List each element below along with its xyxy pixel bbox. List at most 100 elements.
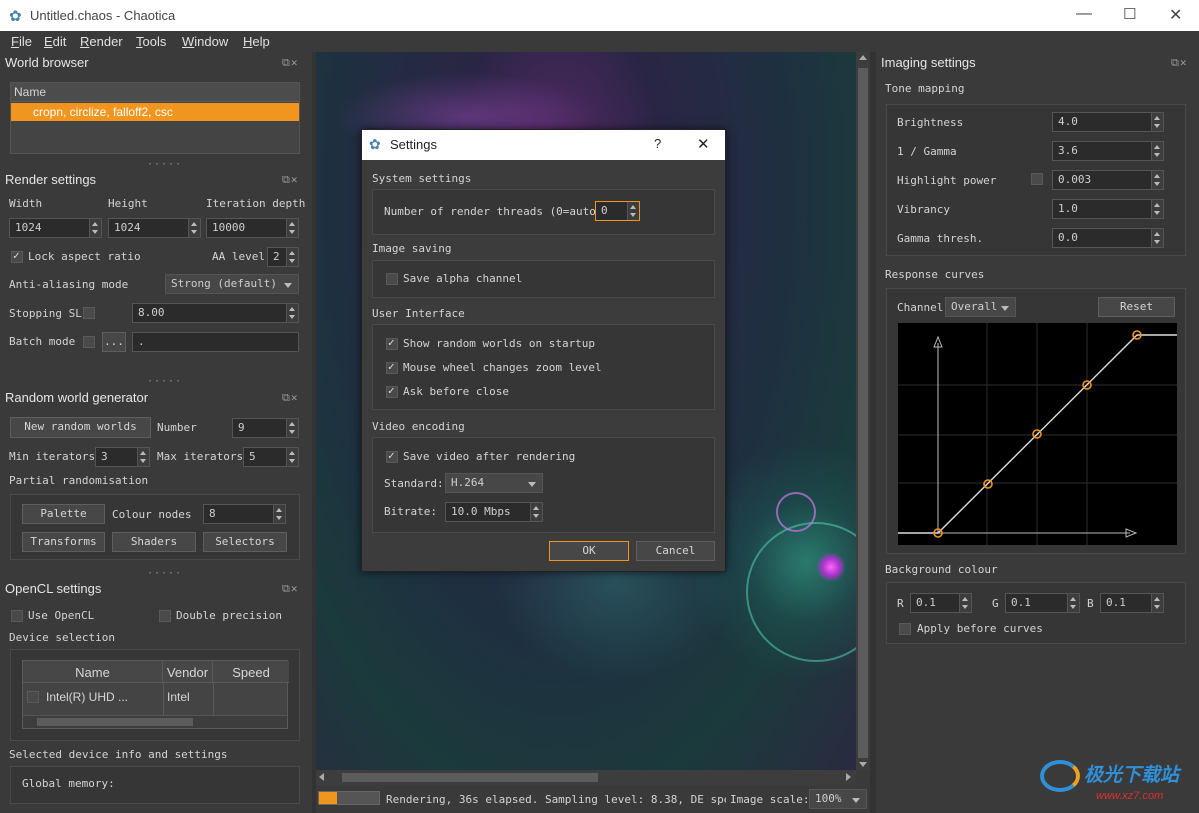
reset-curves-button[interactable]: Reset xyxy=(1098,297,1175,317)
use-opencl-checkbox[interactable] xyxy=(11,610,23,622)
world-list[interactable]: Name cropn, circlize, falloff2, csc xyxy=(10,82,300,154)
tone-mapping-label: Tone mapping xyxy=(885,82,965,95)
dock-buttons-icon[interactable]: ⧉✕ xyxy=(1171,56,1187,70)
width-input[interactable]: 1024 xyxy=(9,218,102,238)
green-input[interactable]: 0.1 xyxy=(1005,593,1080,613)
height-input[interactable]: 1024 xyxy=(108,218,201,238)
scroll-thumb[interactable] xyxy=(37,718,193,726)
aa-level-input[interactable]: 2 xyxy=(267,247,299,267)
blue-input[interactable]: 0.1 xyxy=(1100,593,1164,613)
close-icon[interactable]: ✕ xyxy=(1169,5,1182,25)
minimize-icon[interactable]: — xyxy=(1076,5,1092,23)
batch-mode-checkbox[interactable] xyxy=(83,336,95,348)
double-precision-label: Double precision xyxy=(176,609,282,622)
device-col-name[interactable]: Name xyxy=(23,661,163,683)
bitrate-label: Bitrate: xyxy=(384,505,437,518)
render-horizontal-scrollbar[interactable] xyxy=(316,770,856,785)
highlight-power-input[interactable]: 0.003 xyxy=(1052,170,1164,190)
batch-path-input[interactable]: . xyxy=(132,332,299,352)
highlight-power-checkbox[interactable] xyxy=(1031,173,1043,185)
ok-button[interactable]: OK xyxy=(549,541,629,561)
menu-tools[interactable]: Tools xyxy=(136,34,166,49)
render-vertical-scrollbar[interactable] xyxy=(856,52,870,770)
apply-before-curves-label: Apply before curves xyxy=(917,622,1043,635)
apply-before-curves-checkbox[interactable] xyxy=(899,623,911,635)
gamma-input[interactable]: 3.6 xyxy=(1052,141,1164,161)
device-table-scrollbar[interactable] xyxy=(23,715,287,728)
colour-nodes-label: Colour nodes xyxy=(112,508,192,521)
iteration-label: Iteration depth xyxy=(206,197,306,210)
splitter-handle[interactable]: ····· xyxy=(147,568,182,579)
standard-label: Standard: xyxy=(384,477,444,490)
save-video-checkbox[interactable] xyxy=(386,449,398,463)
batch-browse-button[interactable]: ... xyxy=(102,332,126,352)
splitter-handle[interactable]: ····· xyxy=(147,159,182,170)
red-input[interactable]: 0.1 xyxy=(910,593,972,613)
maximize-icon[interactable]: ☐ xyxy=(1123,5,1136,23)
ask-close-checkbox[interactable] xyxy=(386,384,398,398)
scroll-right-icon[interactable] xyxy=(846,773,851,781)
fractal-ring xyxy=(816,552,846,582)
response-curve-editor[interactable] xyxy=(898,323,1177,545)
vibrancy-input[interactable]: 1.0 xyxy=(1052,199,1164,219)
save-alpha-checkbox[interactable] xyxy=(386,273,398,285)
dialog-close-icon[interactable]: ✕ xyxy=(697,135,710,153)
mouse-wheel-checkbox[interactable] xyxy=(386,360,398,374)
device-row-divider xyxy=(213,683,214,715)
world-list-item[interactable]: cropn, circlize, falloff2, csc xyxy=(11,103,299,121)
random-startup-checkbox[interactable] xyxy=(386,336,398,350)
stopping-sl-label: Stopping SL xyxy=(9,307,82,320)
lock-aspect-checkbox[interactable] xyxy=(11,249,23,263)
bitrate-input[interactable]: 10.0 Mbps xyxy=(445,502,543,522)
max-iterators-label: Max iterators xyxy=(157,450,244,463)
transforms-button[interactable]: Transforms xyxy=(22,532,105,552)
device-col-speed[interactable]: Speed xyxy=(213,661,289,683)
stopping-sl-checkbox[interactable] xyxy=(83,307,95,319)
device-col-vendor[interactable]: Vendor xyxy=(163,661,213,683)
imaging-panel: Imaging settings ⧉✕ Tone mapping Brightn… xyxy=(876,52,1199,813)
device-selection-label: Device selection xyxy=(9,631,115,644)
save-alpha-label: Save alpha channel xyxy=(403,272,523,285)
aa-mode-select[interactable]: Strong (default) xyxy=(165,274,299,294)
dock-buttons-icon[interactable]: ⧉✕ xyxy=(282,173,298,187)
dock-buttons-icon[interactable]: ⧉✕ xyxy=(282,391,298,405)
fractal-ring xyxy=(776,492,816,532)
scroll-up-icon[interactable] xyxy=(859,55,867,60)
cancel-button[interactable]: Cancel xyxy=(636,541,715,561)
menu-render[interactable]: Render xyxy=(80,34,123,49)
shaders-button[interactable]: Shaders xyxy=(112,532,196,552)
splitter-handle[interactable]: ····· xyxy=(147,376,182,387)
render-threads-input[interactable]: 0 xyxy=(595,201,640,221)
standard-select[interactable]: H.264 xyxy=(445,473,543,493)
menu-help[interactable]: Help xyxy=(243,34,270,49)
menu-edit[interactable]: Edit xyxy=(44,34,66,49)
number-input[interactable]: 9 xyxy=(232,418,299,438)
dock-buttons-icon[interactable]: ⧉✕ xyxy=(282,56,298,70)
menu-file[interactable]: File xyxy=(11,34,32,49)
width-label: Width xyxy=(9,197,43,210)
double-precision-checkbox[interactable] xyxy=(159,610,171,622)
channel-select[interactable]: Overall xyxy=(945,297,1016,317)
max-iterators-input[interactable]: 5 xyxy=(243,447,299,467)
render-threads-label: Number of render threads (0=auto): xyxy=(384,205,610,218)
stopping-sl-input[interactable]: 8.00 xyxy=(132,303,299,323)
device-row-checkbox[interactable] xyxy=(27,691,39,703)
scroll-down-icon[interactable] xyxy=(859,762,867,767)
menu-window[interactable]: Window xyxy=(182,34,228,49)
image-scale-select[interactable]: 100% xyxy=(809,789,867,809)
scroll-thumb[interactable] xyxy=(858,68,868,758)
colour-nodes-input[interactable]: 8 xyxy=(203,504,286,524)
scroll-thumb[interactable] xyxy=(342,773,598,782)
iteration-input[interactable]: 10000 xyxy=(206,218,299,238)
scroll-left-icon[interactable] xyxy=(319,773,324,781)
dialog-help-icon[interactable]: ? xyxy=(654,136,661,151)
new-random-worlds-button[interactable]: New random worlds xyxy=(10,417,151,438)
gamma-threshold-input[interactable]: 0.0 xyxy=(1052,228,1164,248)
dock-buttons-icon[interactable]: ⧉✕ xyxy=(282,582,298,596)
selectors-button[interactable]: Selectors xyxy=(203,532,287,552)
gamma-label: 1 / Gamma xyxy=(897,145,957,158)
min-iterators-input[interactable]: 3 xyxy=(95,447,150,467)
brightness-input[interactable]: 4.0 xyxy=(1052,112,1164,132)
device-table[interactable]: Name Vendor Speed Intel(R) UHD ... Intel xyxy=(22,660,289,729)
palette-button[interactable]: Palette xyxy=(22,504,105,524)
